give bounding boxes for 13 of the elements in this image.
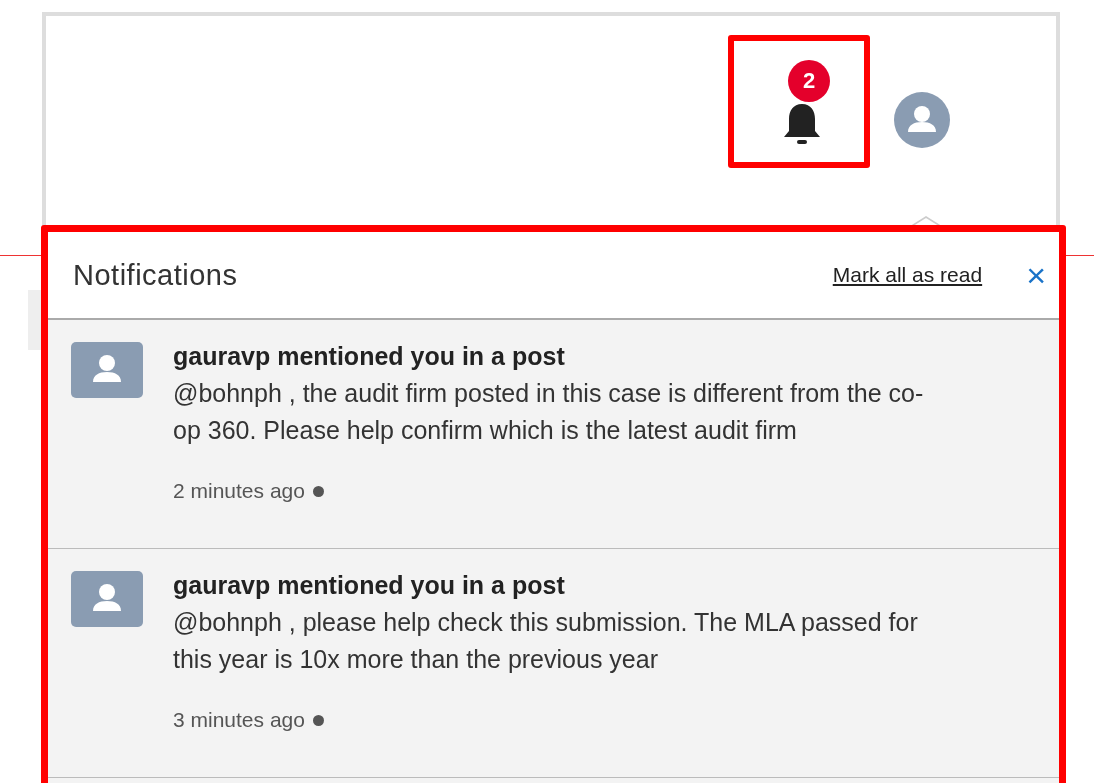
avatar-icon — [71, 571, 143, 627]
close-icon[interactable]: × — [1026, 258, 1046, 292]
notification-title[interactable]: gauravp mentioned you in a post — [173, 571, 943, 600]
avatar-icon — [71, 342, 143, 398]
timestamp: 2 minutes ago — [173, 479, 305, 503]
avatar-icon[interactable] — [894, 92, 950, 148]
timestamp: 3 minutes ago — [173, 708, 305, 732]
notification-message: @bohnph , please help check this submission. The MLA passed for this year is 10x more than the previous year — [173, 607, 919, 675]
notification-message: @bohnph , the audit firm posted in this case is different from the co-op 360. Please help confirm which is the latest audit firm — [173, 378, 925, 446]
mark-all-read-link[interactable]: Mark all as read — [832, 263, 983, 287]
panel-title: Notifications — [73, 258, 239, 292]
notification-title[interactable]: gauravp mentioned you in a post — [173, 342, 943, 371]
notification-badge: 2 — [788, 60, 830, 102]
